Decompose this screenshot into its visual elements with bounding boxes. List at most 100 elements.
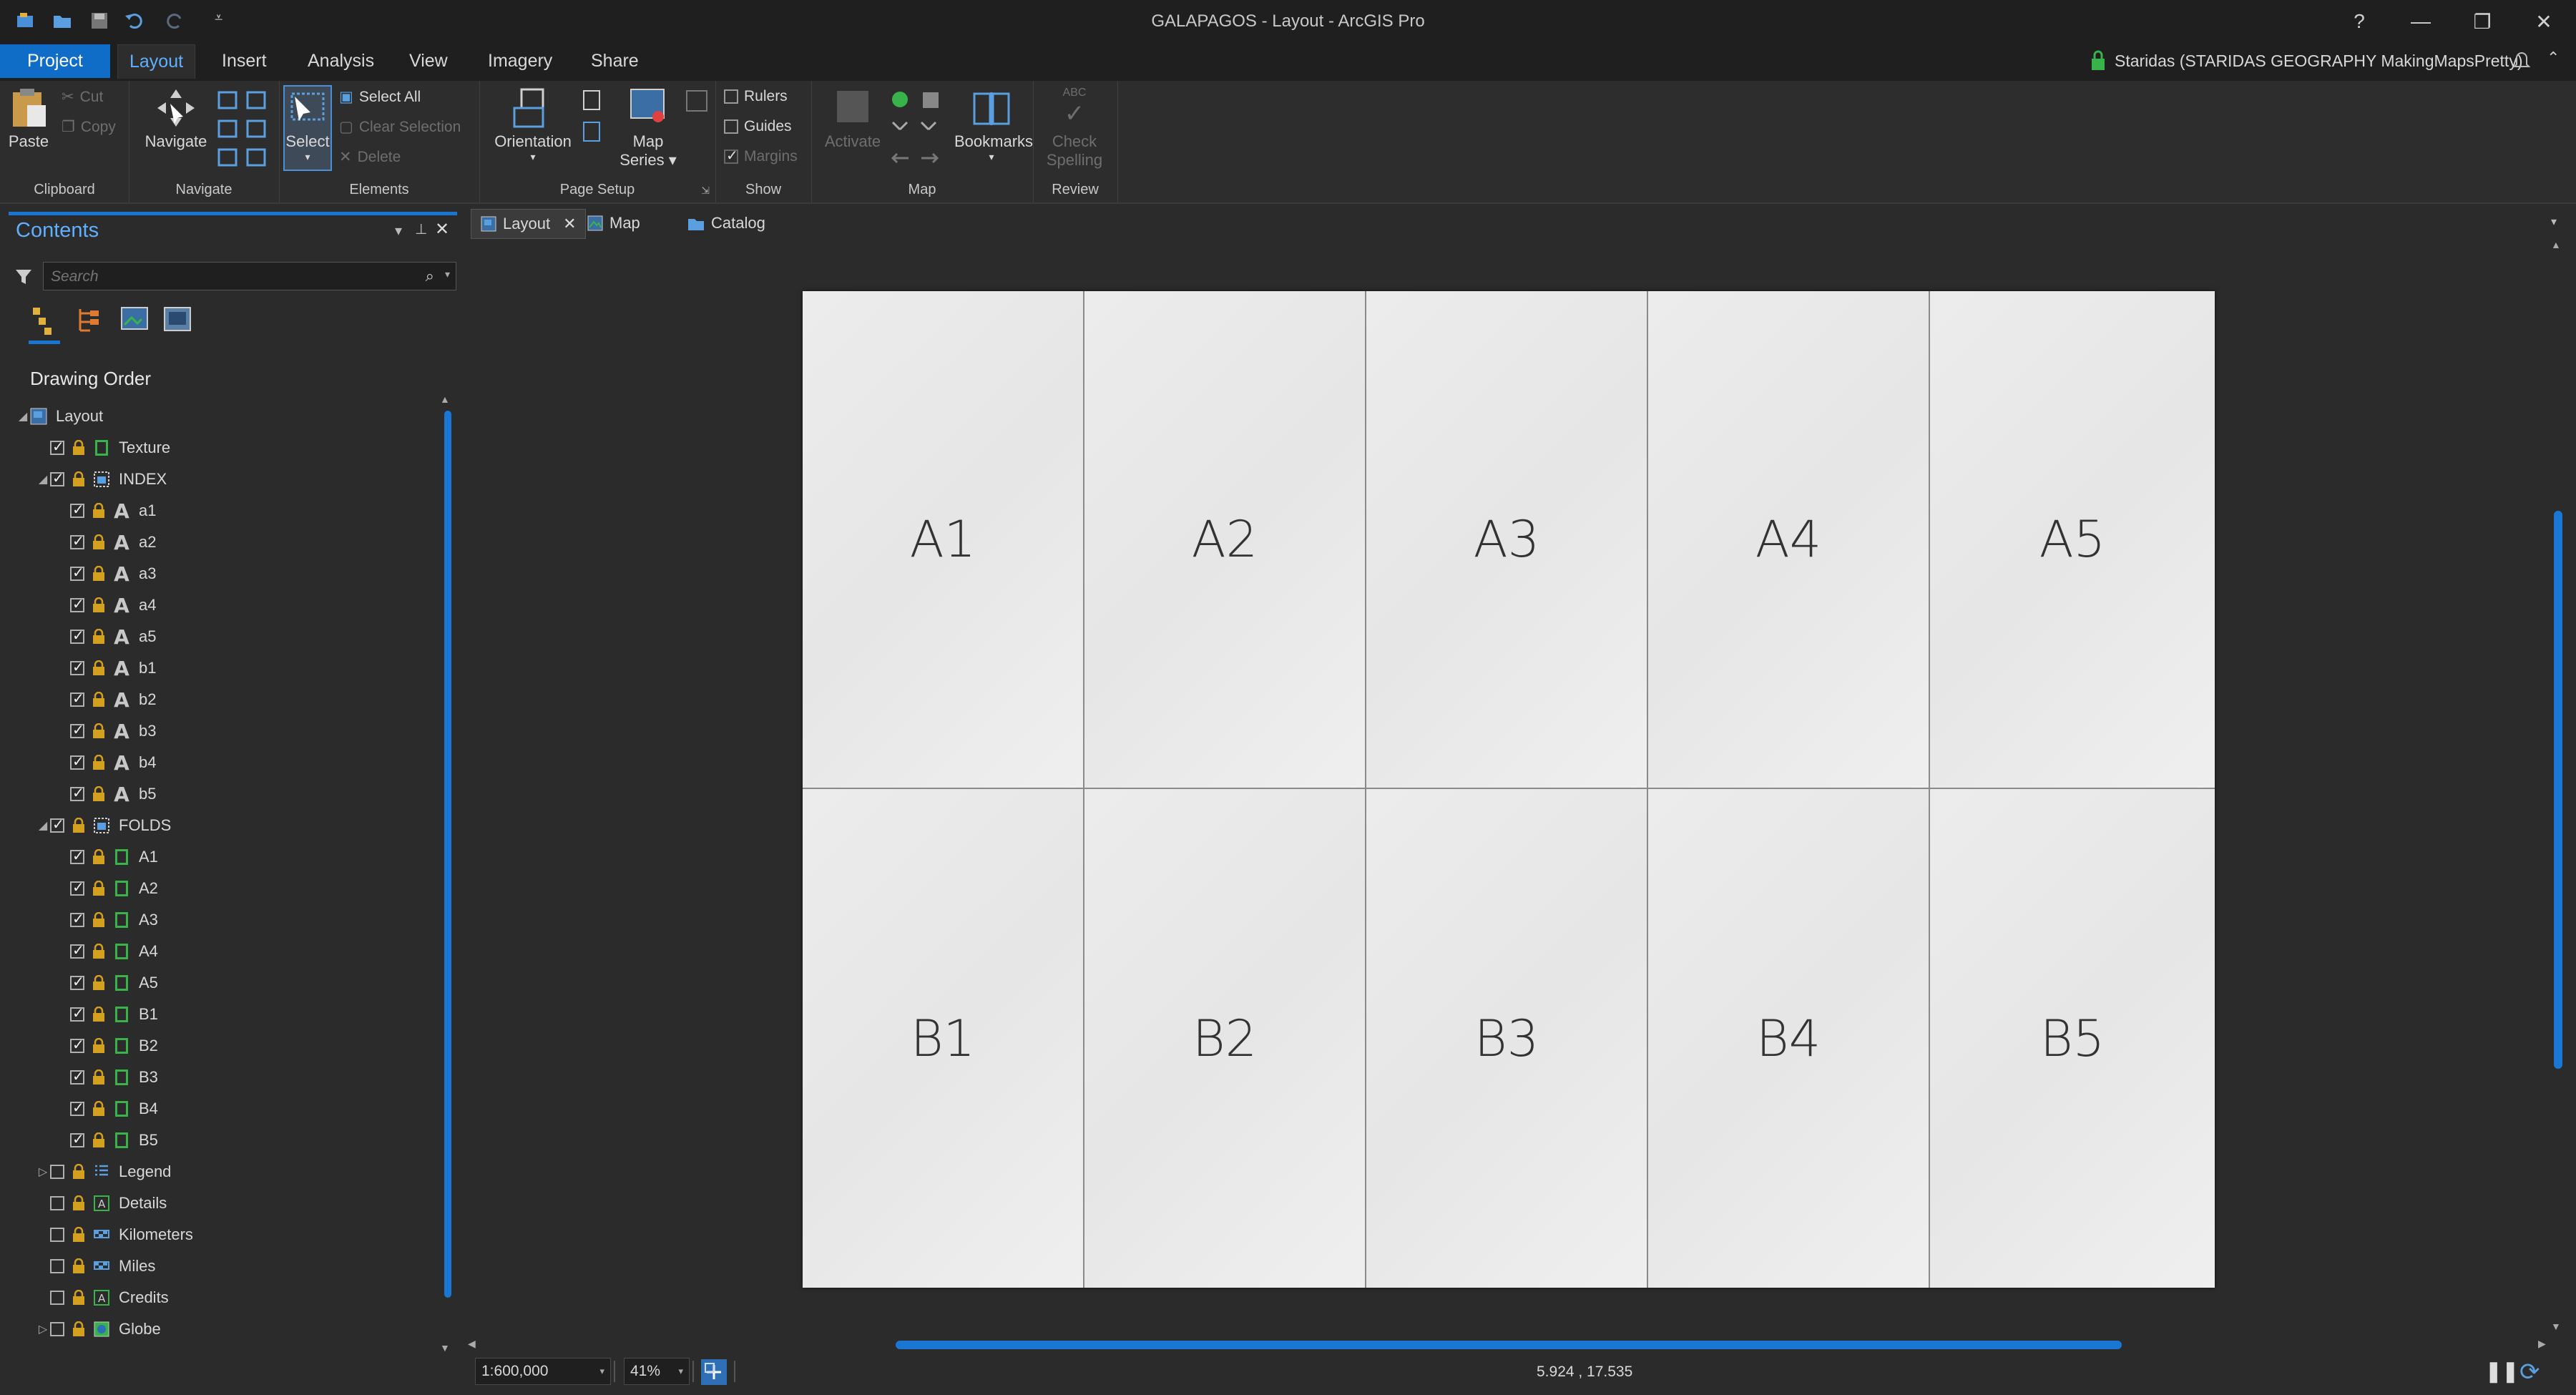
tree-row-a2[interactable]: A2	[16, 873, 438, 904]
tree-row-miles[interactable]: Miles	[16, 1250, 438, 1282]
expand-toggle-icon[interactable]: ◢	[16, 409, 30, 424]
visibility-checkbox[interactable]	[70, 753, 84, 770]
expand-toggle-icon[interactable]: ◢	[36, 472, 50, 486]
margins-checkbox[interactable]	[724, 147, 738, 165]
tree-row-b2[interactable]: Ab2	[16, 684, 438, 715]
pin-icon[interactable]: ⊥	[415, 220, 427, 238]
tree-row-b3[interactable]: Ab3	[16, 715, 438, 747]
visibility-checkbox[interactable]	[50, 1259, 64, 1273]
tree-row-a5[interactable]: A5	[16, 967, 438, 999]
lock-icon[interactable]	[92, 975, 106, 991]
page-size-icons[interactable]	[579, 88, 608, 152]
zoom-tools-icons[interactable]	[216, 88, 273, 174]
lock-icon[interactable]	[72, 1164, 86, 1180]
list-by-element-type-icon[interactable]	[162, 305, 193, 336]
search-input[interactable]	[44, 263, 401, 291]
horizontal-scrollbar[interactable]	[896, 1341, 2122, 1349]
filter-icon[interactable]	[14, 268, 33, 286]
scale-dropdown-icon[interactable]: ▾	[599, 1366, 604, 1377]
visibility-checkbox[interactable]	[50, 438, 64, 456]
close-pane-icon[interactable]: ✕	[435, 219, 449, 240]
fold-cell-a1[interactable]: A1	[803, 291, 1084, 789]
tree-row-index[interactable]: ◢ INDEX	[16, 464, 438, 495]
notifications-bell-icon[interactable]	[2511, 49, 2532, 70]
hscroll-right-icon[interactable]: ▶	[2538, 1338, 2546, 1350]
scroll-down-icon[interactable]: ▼	[440, 1342, 450, 1354]
visibility-checkbox[interactable]	[50, 1291, 64, 1305]
account-name[interactable]: Staridas (STARIDAS GEOGRAPHY MakingMapsP…	[2115, 52, 2522, 71]
fold-cell-b2[interactable]: B2	[1084, 789, 1366, 1288]
guides-checkbox[interactable]	[724, 119, 738, 134]
paste-button[interactable]: Paste	[6, 87, 52, 151]
lock-icon[interactable]	[92, 1007, 106, 1022]
visibility-checkbox[interactable]	[70, 721, 84, 739]
lock-icon[interactable]	[92, 692, 106, 708]
fold-cell-a2[interactable]: A2	[1084, 291, 1366, 789]
lock-icon[interactable]	[92, 629, 106, 645]
close-window-button[interactable]: ✕	[2522, 7, 2565, 36]
list-by-map-frame-icon[interactable]	[119, 305, 150, 336]
rulers-checkbox[interactable]	[724, 89, 738, 104]
search-icon[interactable]: ⌕	[426, 267, 434, 285]
lock-icon[interactable]	[72, 440, 86, 456]
tab-layout[interactable]: Layout	[117, 44, 196, 79]
tree-row-details[interactable]: A Details	[16, 1188, 438, 1219]
lock-icon[interactable]	[92, 597, 106, 613]
orientation-button[interactable]: Orientation ▾	[486, 87, 579, 163]
vscroll-up-icon[interactable]: ▲	[2551, 239, 2561, 250]
zoom-selector[interactable]: 41% ▾	[624, 1358, 690, 1385]
lock-icon[interactable]	[92, 881, 106, 896]
tree-row-b4[interactable]: B4	[16, 1093, 438, 1125]
visibility-checkbox[interactable]	[70, 501, 84, 519]
lock-icon[interactable]	[92, 534, 106, 550]
lock-icon[interactable]	[92, 912, 106, 928]
visibility-checkbox[interactable]	[50, 1165, 64, 1179]
tree-row-a2[interactable]: Aa2	[16, 527, 438, 558]
rulers-toggle[interactable]: Rulers	[724, 88, 788, 105]
tree-row-a4[interactable]: Aa4	[16, 589, 438, 621]
visibility-checkbox[interactable]	[70, 1130, 84, 1148]
bookmarks-button[interactable]: Bookmarks ▾	[954, 87, 1033, 163]
fold-cell-a4[interactable]: A4	[1648, 291, 1930, 789]
tab-share[interactable]: Share	[579, 44, 650, 78]
list-by-data-source-icon[interactable]	[74, 305, 106, 336]
lock-icon[interactable]	[72, 1290, 86, 1306]
vscroll-down-icon[interactable]: ▼	[2551, 1321, 2561, 1332]
dialog-launcher-icon[interactable]: ⇲	[701, 185, 710, 197]
fold-cell-b4[interactable]: B4	[1648, 789, 1930, 1288]
visibility-checkbox[interactable]	[70, 1004, 84, 1022]
visibility-checkbox[interactable]	[70, 658, 84, 676]
tree-row-kilometers[interactable]: Kilometers	[16, 1219, 438, 1250]
tree-row-a1[interactable]: Aa1	[16, 495, 438, 527]
tree-row-b4[interactable]: Ab4	[16, 747, 438, 778]
visibility-checkbox[interactable]	[70, 1099, 84, 1117]
lock-icon[interactable]	[92, 1101, 106, 1117]
visibility-checkbox[interactable]	[50, 469, 64, 487]
contents-scrollbar[interactable]	[444, 411, 451, 1298]
copy-button[interactable]: ❐ Copy	[62, 118, 116, 136]
visibility-checkbox[interactable]	[70, 564, 84, 582]
lock-icon[interactable]	[92, 1132, 106, 1148]
lock-icon[interactable]	[72, 818, 86, 833]
check-spelling-button[interactable]: ABC ✓ Check Spelling	[1039, 87, 1110, 170]
visibility-checkbox[interactable]	[50, 816, 64, 833]
tree-row-a4[interactable]: A4	[16, 936, 438, 967]
help-button[interactable]: ?	[2338, 7, 2381, 36]
lock-icon[interactable]	[92, 1038, 106, 1054]
lock-icon[interactable]	[92, 1070, 106, 1085]
tab-project[interactable]: Project	[0, 44, 110, 78]
tab-imagery[interactable]: Imagery	[476, 44, 564, 78]
lock-icon[interactable]	[92, 723, 106, 739]
visibility-checkbox[interactable]	[70, 532, 84, 550]
fold-cell-a5[interactable]: A5	[1930, 291, 2215, 789]
fold-cell-a3[interactable]: A3	[1366, 291, 1648, 789]
visibility-checkbox[interactable]	[70, 784, 84, 802]
tree-row-credits[interactable]: A Credits	[16, 1282, 438, 1313]
lock-icon[interactable]	[72, 1227, 86, 1243]
lock-icon[interactable]	[92, 755, 106, 770]
snapping-toggle-icon[interactable]	[701, 1359, 727, 1385]
cut-button[interactable]: ✂ Cut	[62, 88, 103, 106]
tree-row-a3[interactable]: Aa3	[16, 558, 438, 589]
tree-row-layout[interactable]: ◢ Layout	[16, 401, 438, 432]
collapse-ribbon-icon[interactable]: ⌃	[2547, 49, 2560, 67]
